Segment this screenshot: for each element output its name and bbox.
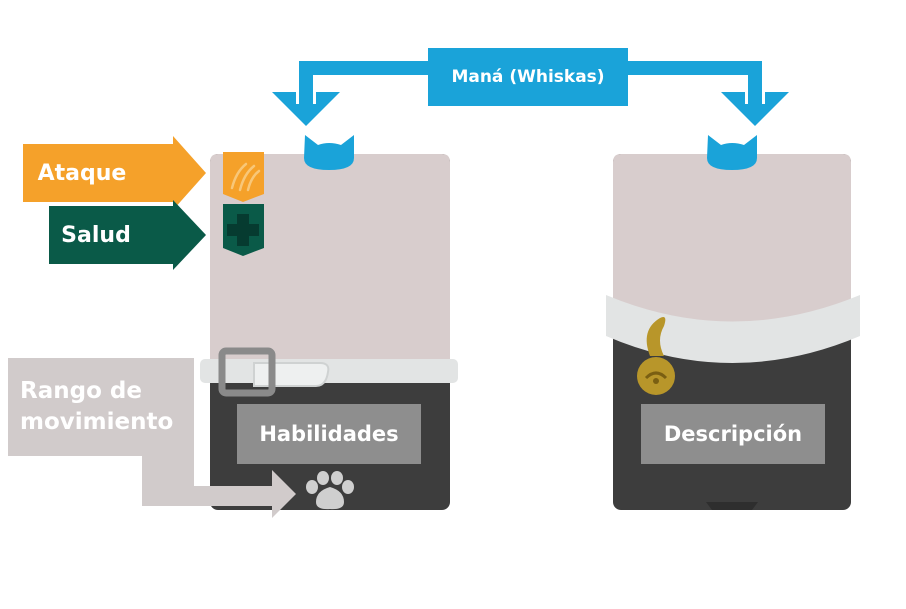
movement-range-line1: Rango de: [20, 377, 142, 404]
movement-range-label: Rango de movimiento: [8, 358, 194, 456]
health-label: Salud: [61, 222, 131, 248]
mana-label: Maná (Whiskas): [451, 67, 605, 87]
attack-banner: [223, 152, 264, 202]
description-label: Descripción: [663, 422, 803, 446]
mana-cat-gem-back: [707, 135, 757, 170]
card-back-top: [613, 154, 851, 331]
movement-range-line2: movimiento: [20, 409, 174, 435]
attack-label: Ataque: [37, 160, 127, 186]
mana-cat-gem-front: [304, 135, 354, 170]
abilities-label: Habilidades: [259, 422, 399, 446]
